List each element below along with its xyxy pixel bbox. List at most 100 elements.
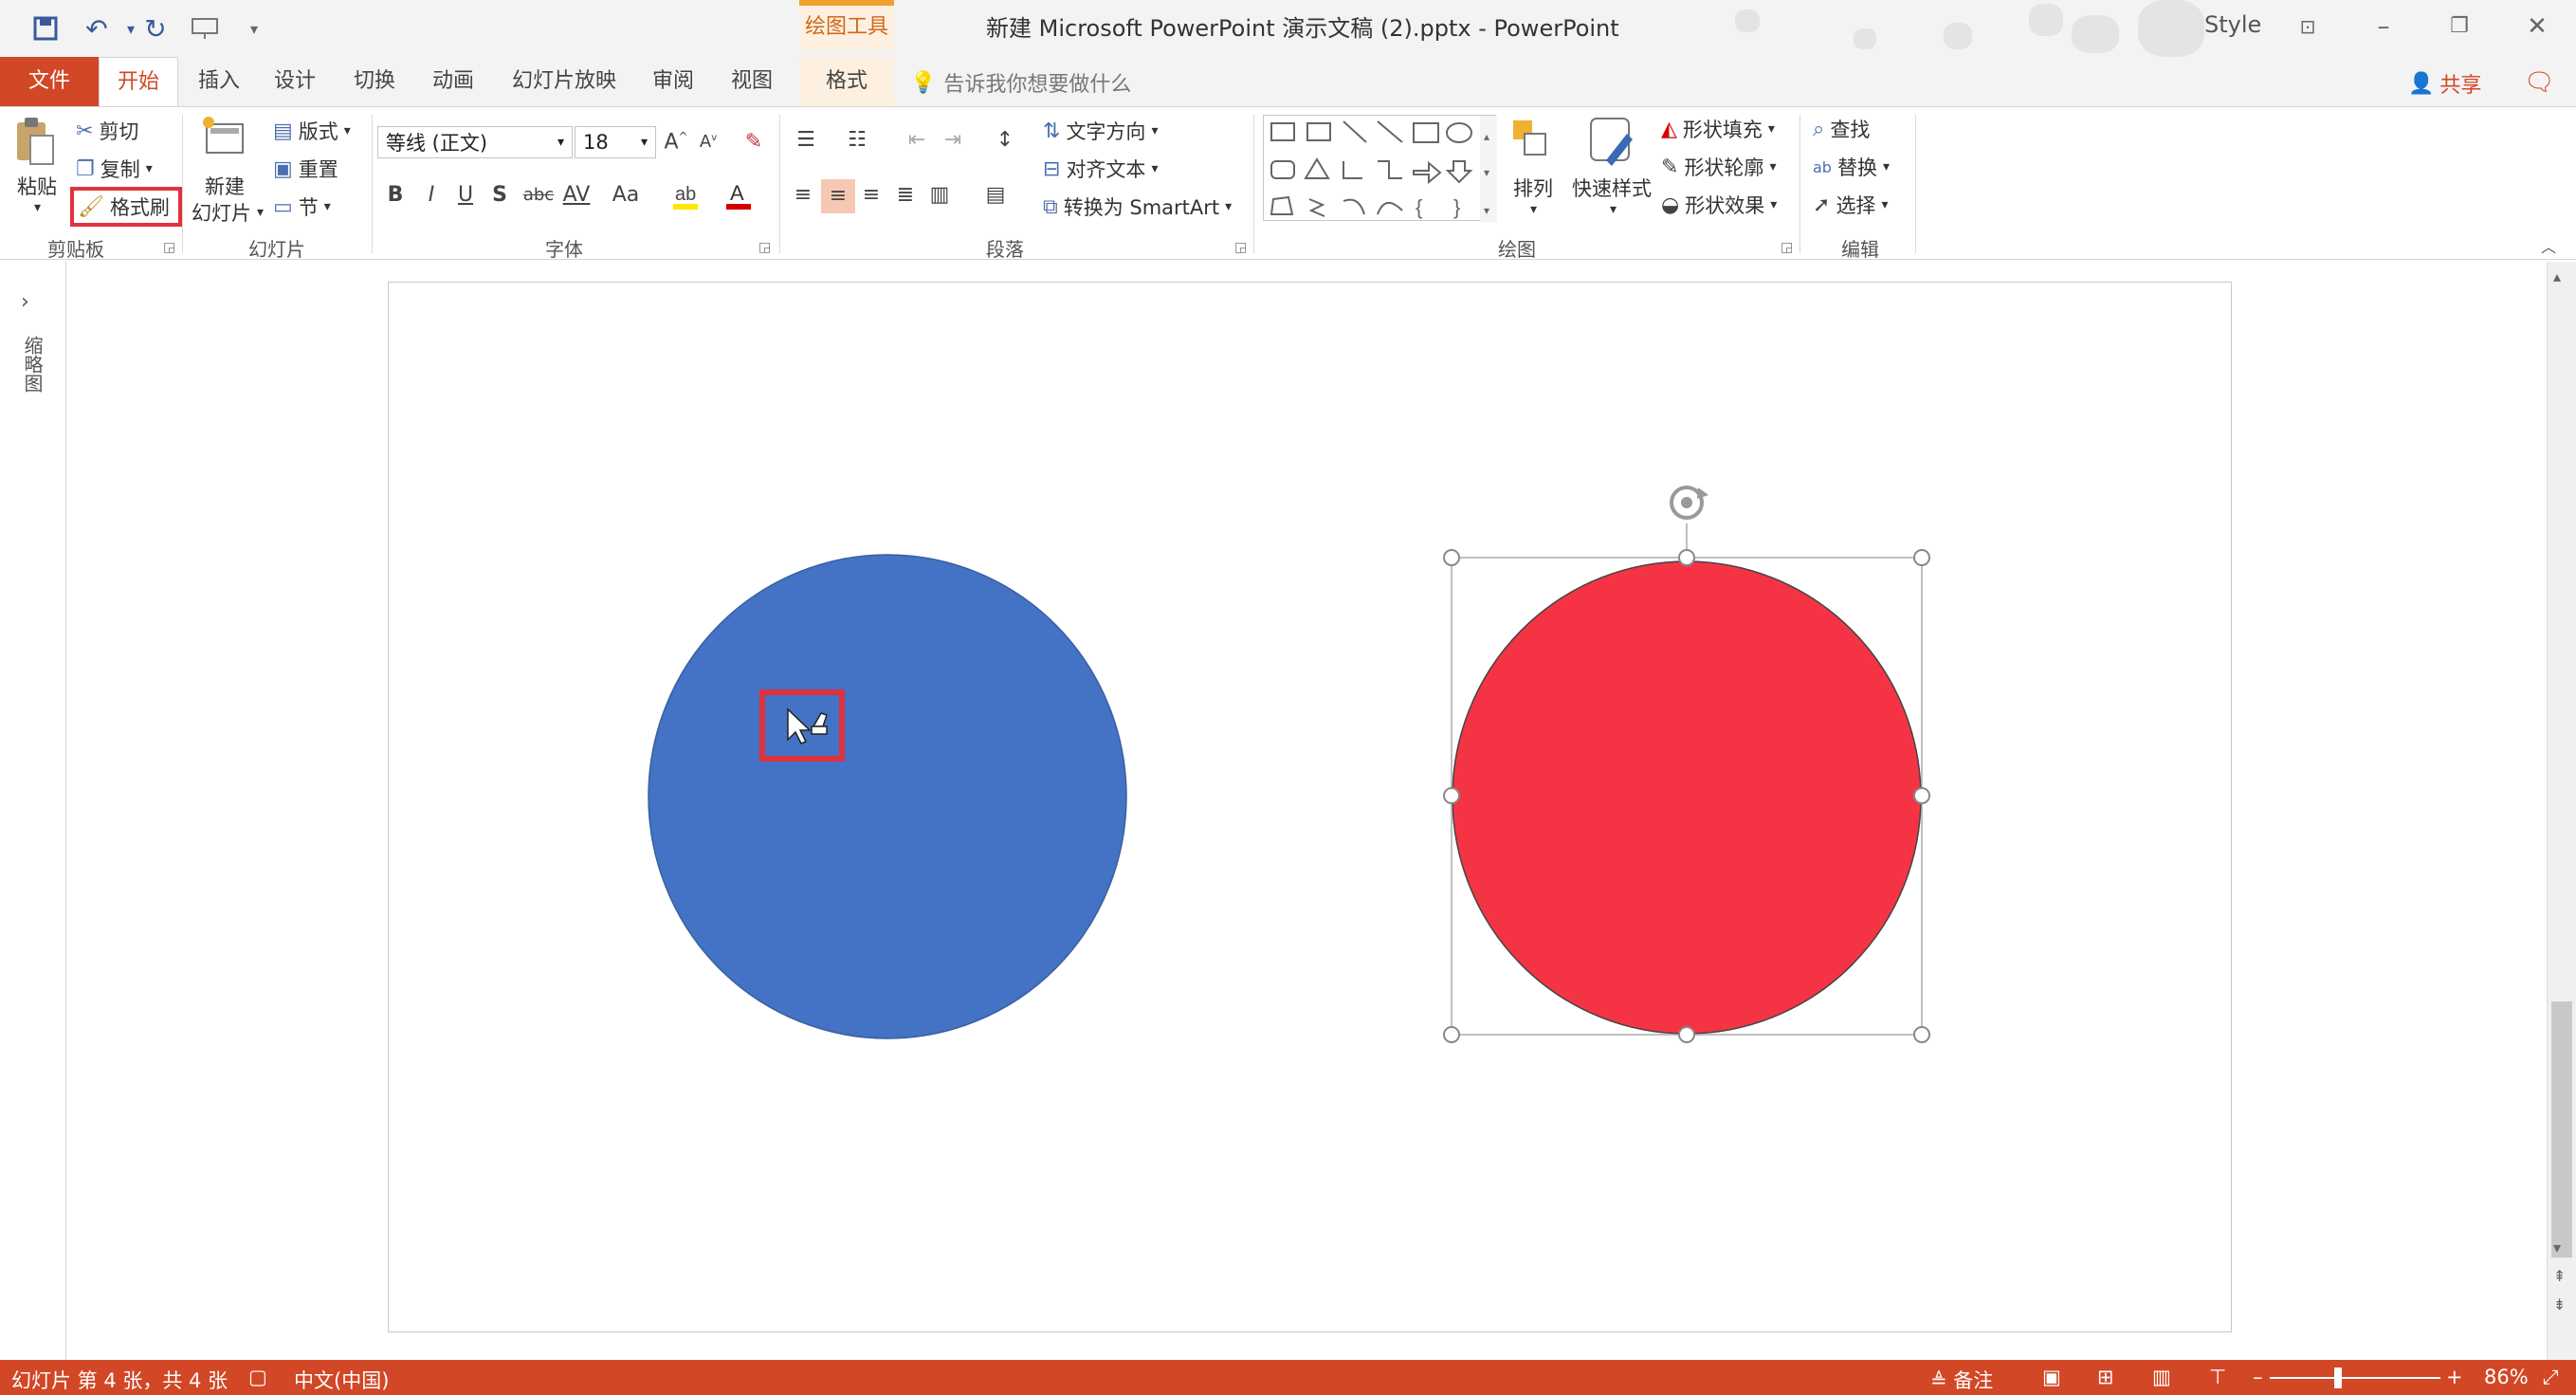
comments-icon[interactable]: 🗨 — [2524, 68, 2555, 97]
shape-effects-button[interactable]: ◒ 形状效果 ▾ — [1661, 191, 1777, 219]
paste-button[interactable]: 粘贴 — [17, 172, 57, 200]
scroll-thumb[interactable] — [2551, 1001, 2572, 1257]
align-text-button[interactable]: ⊟ 对齐文本 ▾ — [1043, 155, 1158, 183]
increase-indent-icon[interactable]: ⇥ — [939, 128, 967, 152]
notes-button[interactable]: ≜ 备注 — [1930, 1366, 1993, 1394]
change-case-button[interactable]: Aa — [607, 183, 645, 207]
slide-sorter-icon[interactable]: ⊞ — [2097, 1366, 2114, 1388]
arrange-dropdown-icon[interactable]: ▾ — [1530, 202, 1537, 217]
restore-icon[interactable]: ❐ — [2437, 8, 2482, 46]
arrange-icon[interactable] — [1511, 119, 1549, 166]
tab-animations[interactable]: 动画 — [420, 57, 486, 106]
tell-me-search[interactable]: 💡 告诉我你想要做什么 — [910, 68, 1131, 98]
zoom-in-icon[interactable]: + — [2446, 1366, 2463, 1388]
justify-icon[interactable]: ≣ — [891, 183, 920, 207]
align-center-icon[interactable]: ≡ — [821, 179, 855, 213]
bullets-icon[interactable]: ☰ — [787, 128, 825, 152]
convert-smartart-button[interactable]: ⧉ 转换为 SmartArt ▾ — [1043, 193, 1232, 221]
shapes-gallery[interactable]: { } ▴ ▾ ▾ — [1263, 115, 1497, 222]
highlight-color-icon[interactable]: ab — [669, 179, 702, 211]
tab-slideshow[interactable]: 幻灯片放映 — [502, 57, 626, 106]
tab-view[interactable]: 视图 — [719, 57, 785, 106]
font-size-select[interactable]: 18 ▾ — [575, 126, 656, 158]
ribbon-display-options-icon[interactable]: ⊡ — [2285, 8, 2330, 46]
zoom-out-icon[interactable]: – — [2253, 1366, 2263, 1388]
shape-outline-button[interactable]: ✎ 形状轮廓 ▾ — [1661, 153, 1776, 181]
clipboard-launcher-icon[interactable]: ◲ — [163, 240, 175, 255]
paste-dropdown-icon[interactable]: ▾ — [34, 200, 41, 215]
font-name-select[interactable]: 等线 (正文) ▾ — [377, 126, 573, 158]
redo-icon[interactable]: ↻ — [138, 11, 173, 46]
paragraph-launcher-icon[interactable]: ◲ — [1234, 240, 1247, 255]
collapse-ribbon-icon[interactable]: ︿ — [2541, 234, 2556, 257]
zoom-level[interactable]: 86% — [2484, 1366, 2529, 1388]
reading-view-icon[interactable]: ▥ — [2152, 1366, 2171, 1388]
drawing-launcher-icon[interactable]: ◲ — [1781, 240, 1793, 255]
char-spacing-button[interactable]: AV — [559, 183, 594, 207]
font-color-icon[interactable]: A — [722, 179, 755, 211]
align-right-icon[interactable]: ≡ — [857, 183, 886, 207]
customize-qat-icon[interactable]: ▾ — [237, 11, 271, 46]
underline-button[interactable]: U — [451, 183, 480, 207]
numbering-icon[interactable]: ☷ — [838, 128, 876, 152]
save-icon[interactable] — [28, 11, 63, 46]
align-left-icon[interactable]: ≡ — [789, 183, 817, 207]
expand-thumbnails-icon[interactable]: › — [21, 290, 29, 314]
close-icon[interactable]: ✕ — [2514, 8, 2560, 46]
presentation-icon[interactable] — [188, 11, 222, 46]
rotate-handle-icon[interactable] — [1670, 486, 1708, 520]
clear-formatting-icon[interactable]: ✎ — [740, 130, 768, 154]
minimize-icon[interactable]: – — [2361, 8, 2406, 46]
thumbnail-pane-label[interactable]: 缩略图 — [19, 336, 46, 393]
scroll-up-icon[interactable]: ▴ — [2553, 267, 2561, 285]
spellcheck-icon[interactable]: ▢ — [248, 1366, 267, 1388]
tab-format[interactable]: 格式 — [799, 57, 894, 106]
font-launcher-icon[interactable]: ◲ — [758, 240, 771, 255]
arrange-button[interactable]: 排列 — [1513, 174, 1553, 202]
tab-insert[interactable]: 插入 — [186, 57, 252, 106]
strikethrough-button[interactable]: abc — [520, 185, 557, 205]
tab-home[interactable]: 开始 — [99, 57, 178, 106]
italic-button[interactable]: I — [417, 183, 446, 207]
slide-canvas[interactable] — [388, 282, 2232, 1332]
undo-icon[interactable]: ↶ — [80, 11, 114, 46]
find-button[interactable]: ⌕ 查找 — [1813, 115, 1870, 143]
red-circle-shape[interactable] — [1452, 560, 1922, 1035]
language-indicator[interactable]: 中文(中国) — [294, 1366, 389, 1394]
tab-design[interactable]: 设计 — [262, 57, 328, 106]
zoom-slider[interactable] — [2270, 1377, 2440, 1379]
share-button[interactable]: 👤 共享 — [2408, 68, 2481, 99]
shrink-font-icon[interactable]: Av — [694, 132, 722, 152]
next-slide-icon[interactable]: ⇟ — [2553, 1295, 2566, 1313]
select-button[interactable]: ➚ 选择 ▾ — [1813, 191, 1888, 219]
grow-font-icon[interactable]: A^ — [662, 130, 690, 154]
tab-transitions[interactable]: 切换 — [341, 57, 408, 106]
columns-icon[interactable]: ▤ — [977, 183, 1014, 207]
slide-counter[interactable]: 幻灯片 第 4 张，共 4 张 — [11, 1366, 228, 1394]
tab-file[interactable]: 文件 — [0, 57, 99, 106]
line-spacing-icon[interactable]: ↕ — [986, 128, 1024, 152]
reset-button[interactable]: ▣ 重置 — [273, 155, 338, 183]
layout-button[interactable]: ▤ 版式 ▾ — [273, 117, 351, 145]
new-slide-button[interactable]: 新建 — [205, 172, 245, 200]
tab-review[interactable]: 审阅 — [640, 57, 706, 106]
shape-fill-button[interactable]: ◭ 形状填充 ▾ — [1661, 115, 1775, 143]
text-direction-button[interactable]: ⇅ 文字方向 ▾ — [1043, 117, 1158, 145]
quick-styles-dropdown-icon[interactable]: ▾ — [1610, 202, 1617, 217]
decrease-indent-icon[interactable]: ⇤ — [903, 128, 931, 152]
scroll-down-icon[interactable]: ▾ — [2553, 1239, 2561, 1257]
fit-slide-icon[interactable]: ⤢ — [2543, 1366, 2559, 1389]
bold-button[interactable]: B — [381, 183, 410, 207]
slideshow-view-icon[interactable]: ⊤ — [2209, 1366, 2226, 1388]
section-button[interactable]: ▭ 节 ▾ — [273, 193, 331, 221]
new-slide-dropdown[interactable]: 幻灯片 ▾ — [192, 198, 264, 227]
blue-circle-shape[interactable] — [648, 554, 1127, 1039]
zoom-slider-thumb[interactable] — [2334, 1367, 2342, 1388]
text-shadow-button[interactable]: S — [485, 183, 514, 207]
normal-view-icon[interactable]: ▣ — [2042, 1366, 2061, 1388]
replace-button[interactable]: ab 替换 ▾ — [1813, 153, 1890, 181]
copy-button[interactable]: ❐ 复制 ▾ — [76, 155, 153, 183]
paste-icon[interactable] — [13, 115, 55, 172]
cut-button[interactable]: ✂ 剪切 — [76, 117, 138, 145]
quick-styles-icon[interactable] — [1589, 117, 1636, 168]
